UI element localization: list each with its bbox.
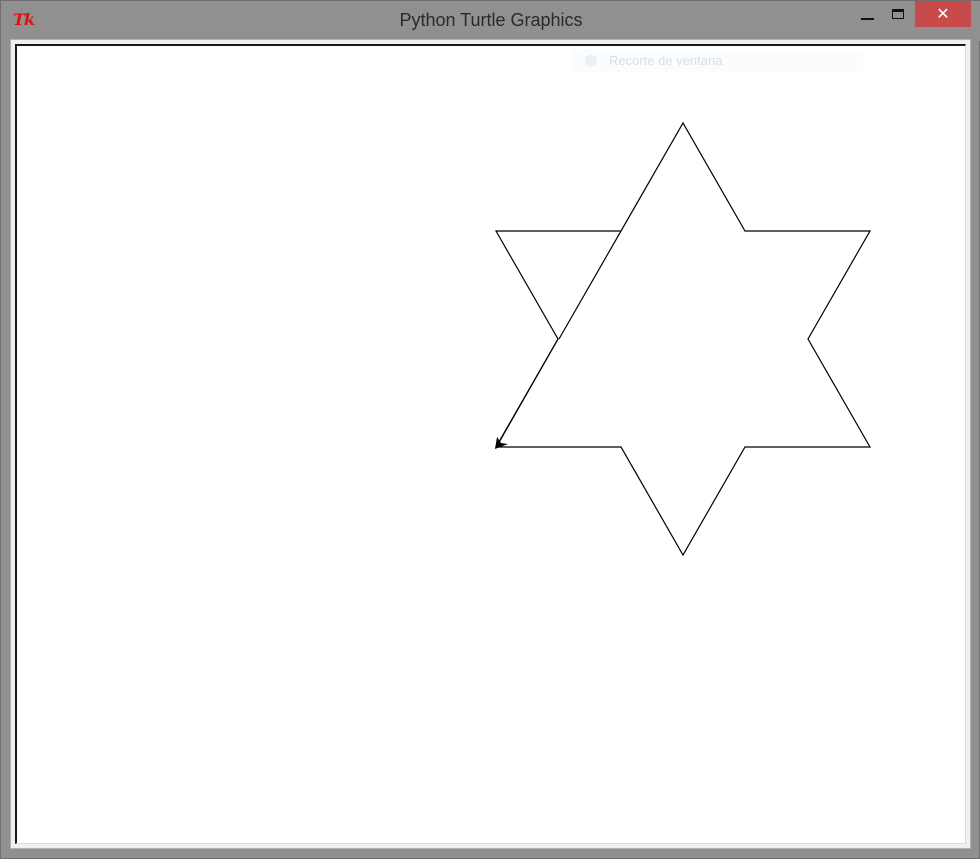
star-drawing-closing xyxy=(496,338,559,447)
tk-icon[interactable]: Tk xyxy=(13,9,35,31)
maximize-icon xyxy=(892,9,904,19)
minimize-button[interactable] xyxy=(853,1,881,27)
turtle-window: Tk Python Turtle Graphics ✕ Recorte de v… xyxy=(0,0,980,859)
turtle-canvas-area[interactable]: Recorte de ventana xyxy=(15,44,966,844)
window-title: Python Turtle Graphics xyxy=(399,10,583,30)
close-icon: ✕ xyxy=(936,4,950,23)
title-bar[interactable]: Tk Python Turtle Graphics ✕ xyxy=(1,1,980,41)
close-button[interactable]: ✕ xyxy=(915,1,971,27)
window-frame: Recorte de ventana xyxy=(10,39,971,849)
minimize-icon xyxy=(860,18,874,20)
turtle-drawing xyxy=(494,121,872,557)
maximize-button[interactable] xyxy=(883,1,913,27)
star-drawing xyxy=(494,121,872,557)
